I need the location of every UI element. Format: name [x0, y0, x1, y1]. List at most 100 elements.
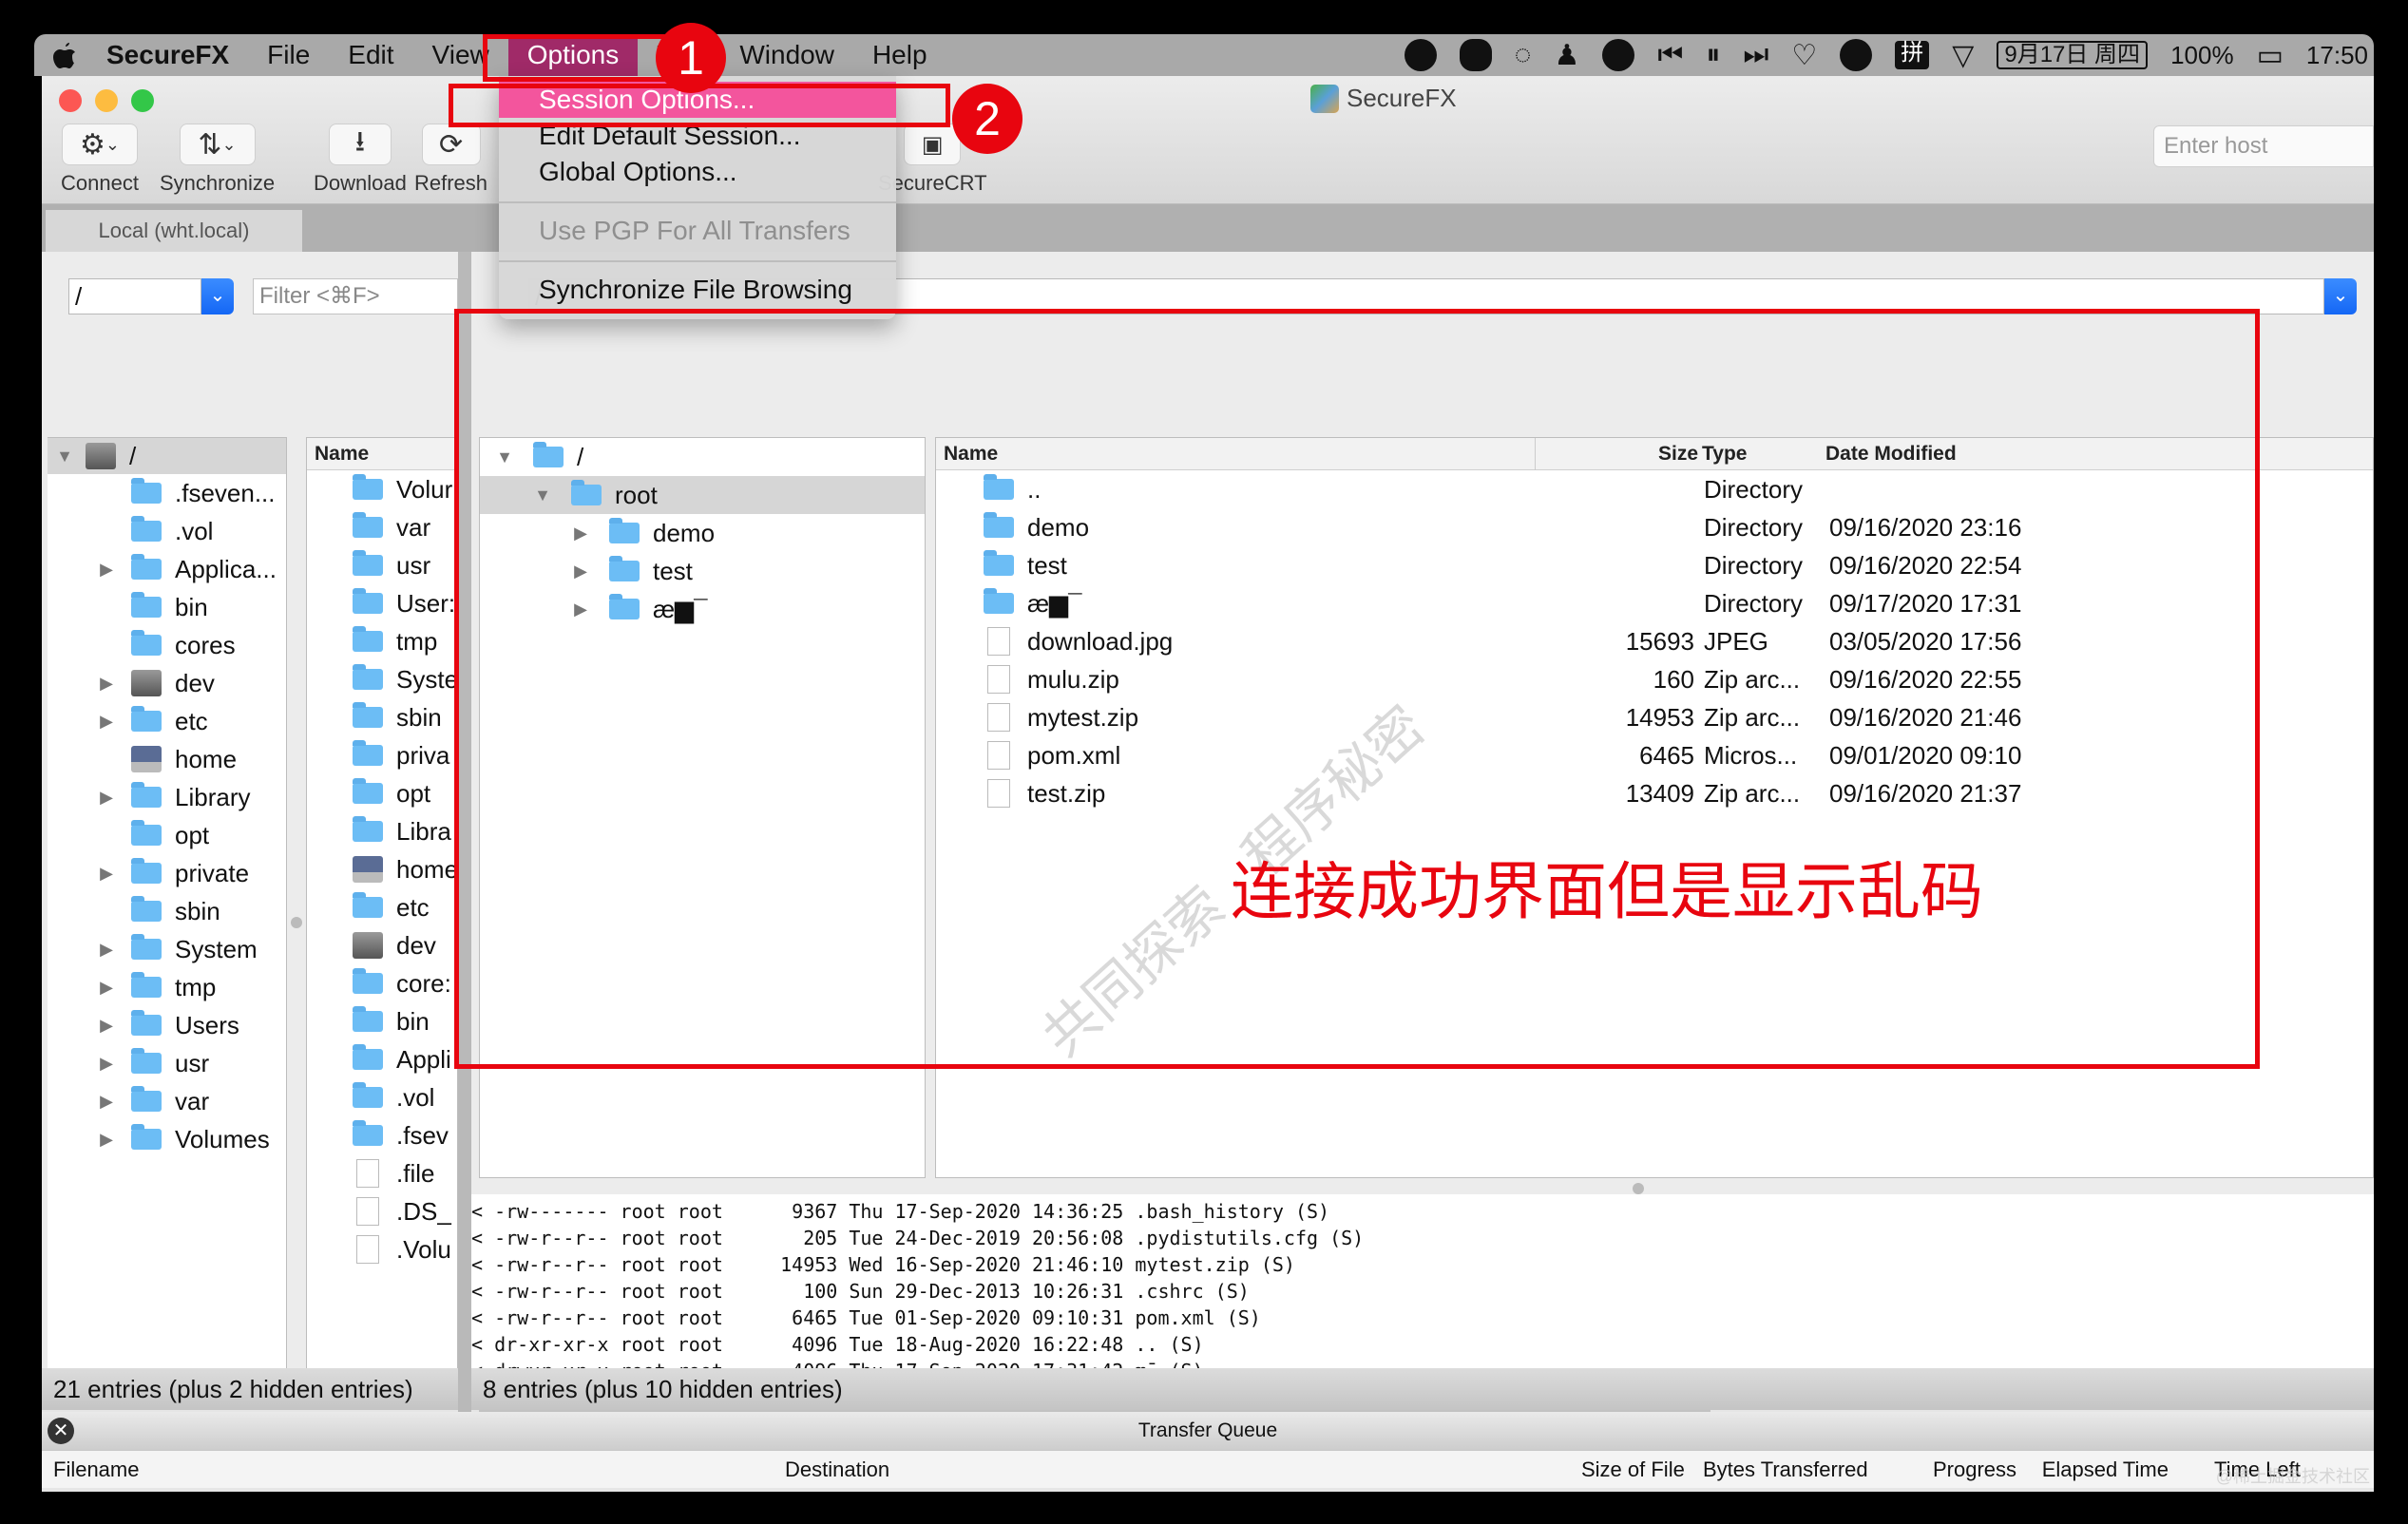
battery-icon[interactable]: ▭	[2257, 39, 2284, 72]
tree-item[interactable]: ▶ System	[48, 930, 286, 968]
queue-col-size[interactable]: Size of File	[1581, 1451, 1685, 1489]
list-item[interactable]: etc	[307, 888, 457, 926]
splitter-handle[interactable]	[291, 917, 302, 928]
remote-path-dropdown-icon[interactable]: ⌄	[2324, 278, 2357, 314]
disclosure-collapsed-icon[interactable]: ▶	[97, 1130, 116, 1150]
list-item[interactable]: opt	[307, 774, 457, 812]
disclosure-expanded-icon[interactable]: ▼	[55, 447, 74, 467]
list-item[interactable]: .file	[307, 1154, 457, 1192]
queue-col-bytes[interactable]: Bytes Transferred	[1703, 1451, 1868, 1489]
menu-help[interactable]: Help	[853, 34, 946, 76]
photo-app-icon[interactable]	[1404, 39, 1437, 71]
tree-item[interactable]: ▶ Users	[48, 1006, 286, 1044]
list-item[interactable]: .fsev	[307, 1116, 457, 1154]
list-item[interactable]: priva	[307, 736, 457, 774]
menu-file[interactable]: File	[248, 34, 329, 76]
disclosure-collapsed-icon[interactable]: ▶	[97, 560, 116, 580]
list-item[interactable]: Libra	[307, 812, 457, 850]
tree-item[interactable]: ▶ dev	[48, 664, 286, 702]
clock[interactable]: 17:50	[2306, 41, 2368, 70]
heart-icon[interactable]: ♡	[1791, 39, 1817, 72]
list-item[interactable]: .vol	[307, 1078, 457, 1116]
list-item[interactable]: Appli	[307, 1040, 457, 1078]
disclosure-collapsed-icon[interactable]: ▶	[97, 788, 116, 808]
tree-item[interactable]: ▶ tmp	[48, 968, 286, 1006]
tree-item[interactable]: bin	[48, 588, 286, 626]
tree-item[interactable]: ▶ etc	[48, 702, 286, 740]
tree-item[interactable]: home	[48, 740, 286, 778]
queue-col-elapsed[interactable]: Elapsed Time	[2035, 1451, 2169, 1489]
tree-root[interactable]: ▼ /	[48, 438, 286, 474]
close-window-button[interactable]	[59, 89, 82, 112]
pause-icon[interactable]: ⏸	[1706, 39, 1720, 71]
menu-item-synchronize-browsing[interactable]: Synchronize File Browsing	[499, 272, 896, 308]
folder-icon	[353, 550, 383, 576]
queue-col-destination[interactable]: Destination	[785, 1451, 889, 1489]
minimize-window-button[interactable]	[95, 89, 118, 112]
list-item[interactable]: bin	[307, 1002, 457, 1040]
input-method-indicator[interactable]: 拼	[1895, 41, 1930, 69]
list-item[interactable]: usr	[307, 546, 457, 584]
local-path-dropdown-icon[interactable]: ⌄	[201, 278, 234, 314]
disclosure-collapsed-icon[interactable]: ▶	[97, 1016, 116, 1036]
synchronize-button[interactable]: ⇅ ⌄ Synchronize	[160, 124, 275, 196]
disclosure-collapsed-icon[interactable]: ▶	[97, 674, 116, 694]
list-item[interactable]: home	[307, 850, 457, 888]
tree-item[interactable]: opt	[48, 816, 286, 854]
apple-icon[interactable]	[42, 39, 87, 71]
tree-item[interactable]: sbin	[48, 892, 286, 930]
zoom-window-button[interactable]	[131, 89, 154, 112]
menu-item-global-options[interactable]: Global Options...	[499, 154, 896, 190]
list-item[interactable]: Volur	[307, 470, 457, 508]
connect-button[interactable]: ⚙ ⌄ Connect	[61, 124, 139, 196]
music-app-icon[interactable]	[1840, 39, 1873, 71]
wordpress-icon[interactable]	[1602, 39, 1635, 71]
list-item[interactable]: .Volu	[307, 1230, 457, 1268]
disclosure-collapsed-icon[interactable]: ▶	[97, 1092, 116, 1112]
tree-item[interactable]: .vol	[48, 512, 286, 550]
list-item[interactable]: dev	[307, 926, 457, 964]
wifi-icon[interactable]: ▽	[1952, 39, 1974, 72]
list-item[interactable]: User:	[307, 584, 457, 622]
menu-edit[interactable]: Edit	[329, 34, 412, 76]
tree-item[interactable]: ▶ private	[48, 854, 286, 892]
host-input[interactable]: Enter host	[2153, 125, 2374, 167]
tab-local[interactable]: Local (wht.local)	[46, 210, 302, 252]
disclosure-collapsed-icon[interactable]: ▶	[97, 940, 116, 960]
wechat-icon[interactable]	[1459, 39, 1492, 71]
splitter-handle[interactable]	[1633, 1183, 1644, 1194]
tree-item[interactable]: ▶ usr	[48, 1044, 286, 1082]
list-item[interactable]: tmp	[307, 622, 457, 660]
disclosure-collapsed-icon[interactable]: ▶	[97, 864, 116, 884]
local-name-column-header[interactable]: Name	[307, 438, 457, 470]
list-item[interactable]: Syste	[307, 660, 457, 698]
list-item[interactable]: var	[307, 508, 457, 546]
folder-icon	[353, 778, 383, 804]
local-filter-input[interactable]: Filter <⌘F>	[253, 278, 458, 314]
tree-item[interactable]: ▶ Applica...	[48, 550, 286, 588]
menu-app-name[interactable]: SecureFX	[87, 34, 248, 76]
disclosure-collapsed-icon[interactable]: ▶	[97, 978, 116, 998]
previous-track-icon[interactable]: ⏮	[1657, 39, 1683, 71]
disclosure-collapsed-icon[interactable]: ▶	[97, 712, 116, 732]
local-path-combo[interactable]: /	[68, 278, 201, 314]
tree-item[interactable]: ▶ var	[48, 1082, 286, 1120]
qq-icon[interactable]: ♟	[1554, 39, 1579, 72]
list-item[interactable]: core:	[307, 964, 457, 1002]
list-item[interactable]: .DS_	[307, 1192, 457, 1230]
tree-item[interactable]: ▶ Volumes	[48, 1120, 286, 1158]
date-display[interactable]: 9月17日 周四	[1997, 41, 2149, 69]
queue-col-progress[interactable]: Progress	[1933, 1451, 2016, 1489]
menu-window[interactable]: Window	[720, 34, 853, 76]
next-track-icon[interactable]: ⏭	[1743, 39, 1768, 71]
tree-item[interactable]: ▶ Library	[48, 778, 286, 816]
chat-bubble-icon[interactable]: ◌	[1515, 39, 1532, 71]
close-queue-icon[interactable]: ✕	[48, 1418, 74, 1444]
queue-col-filename[interactable]: Filename	[53, 1451, 139, 1489]
tree-item[interactable]: cores	[48, 626, 286, 664]
disclosure-collapsed-icon[interactable]: ▶	[97, 1054, 116, 1074]
tree-item[interactable]: .fseven...	[48, 474, 286, 512]
refresh-button[interactable]: ⟳ Refresh	[414, 124, 487, 196]
download-button[interactable]: ⭳ Download	[314, 124, 407, 196]
list-item[interactable]: sbin	[307, 698, 457, 736]
